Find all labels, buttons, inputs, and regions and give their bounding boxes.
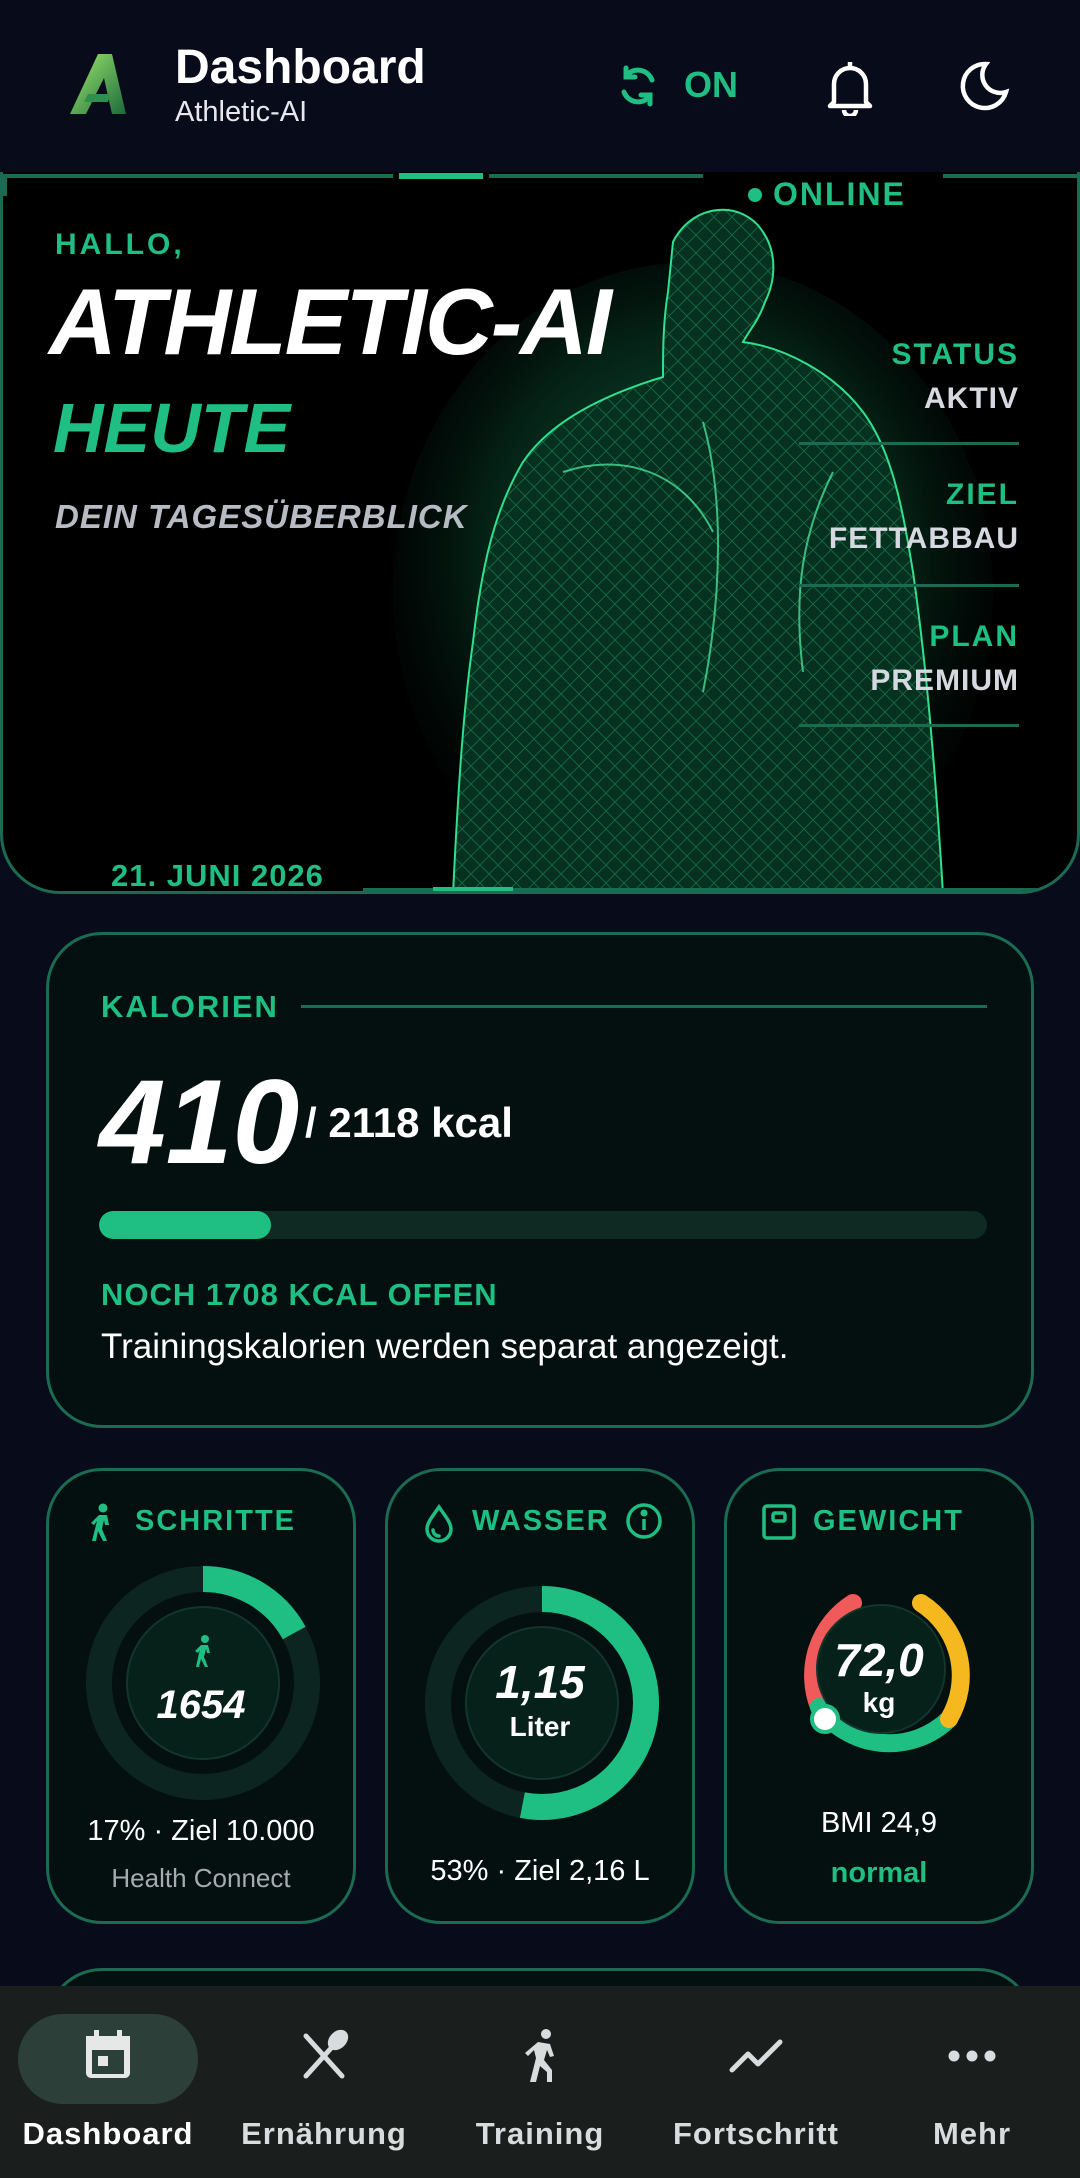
nav-label: Mehr bbox=[932, 2116, 1012, 2151]
moon-icon[interactable] bbox=[956, 58, 1012, 114]
steps-source: Health Connect bbox=[111, 1863, 291, 1893]
water-drop-icon bbox=[425, 1503, 453, 1543]
nav-label: Fortschritt bbox=[673, 2116, 839, 2151]
sync-icon[interactable] bbox=[614, 62, 662, 110]
calories-divider bbox=[301, 1005, 987, 1008]
weight-unit: kg bbox=[862, 1687, 896, 1718]
hero-today: HEUTE bbox=[53, 389, 291, 467]
steps-value: 1654 bbox=[156, 1683, 246, 1727]
nav-progress[interactable]: Fortschritt bbox=[648, 1986, 864, 2178]
weight-label: GEWICHT bbox=[813, 1505, 964, 1537]
calories-target: / 2118 kcal bbox=[305, 1099, 513, 1146]
runner-icon bbox=[525, 2029, 554, 2082]
water-label: WASSER bbox=[472, 1505, 610, 1537]
weight-card[interactable]: GEWICHT 72,0 kg BMI 24,9 normal bbox=[724, 1468, 1034, 1924]
hero-title: ATHLETIC-AI bbox=[49, 269, 612, 374]
water-card[interactable]: WASSER 1,15 Liter 53% · Ziel 2,16 L bbox=[385, 1468, 695, 1924]
calories-label: KALORIEN bbox=[101, 989, 279, 1024]
app-subtitle: Athletic-AI bbox=[175, 96, 308, 128]
info-icon[interactable] bbox=[624, 1501, 664, 1541]
hero-greeting: HALLO, bbox=[55, 228, 185, 261]
calories-value: 410 bbox=[99, 1055, 300, 1189]
steps-card[interactable]: SCHRITTE 1654 17% · Ziel 10.000 Health C… bbox=[46, 1468, 356, 1924]
water-value: 1,15 bbox=[495, 1656, 585, 1708]
stat-plan-value: PREMIUM bbox=[870, 664, 1019, 697]
stat-divider bbox=[799, 724, 1019, 727]
bell-icon[interactable] bbox=[822, 58, 878, 116]
online-label: ONLINE bbox=[773, 176, 906, 212]
weight-value: 72,0 bbox=[834, 1634, 924, 1686]
calendar-icon bbox=[86, 2030, 130, 2078]
page-title: Dashboard bbox=[175, 41, 426, 94]
stat-plan-label: PLAN bbox=[929, 620, 1019, 653]
stat-status-label: STATUS bbox=[891, 338, 1019, 371]
calories-progress-fill bbox=[99, 1211, 272, 1239]
more-dots-icon bbox=[948, 2050, 996, 2062]
bottom-navigation: Dashboard Ernährung Training Fortschritt… bbox=[0, 1986, 1080, 2178]
stat-goal-label: ZIEL bbox=[946, 478, 1019, 511]
calories-progress-bar bbox=[99, 1211, 987, 1239]
app-header: Dashboard Athletic-AI ON bbox=[0, 0, 1080, 172]
nav-dashboard[interactable]: Dashboard bbox=[0, 1986, 216, 2178]
nav-label: Dashboard bbox=[22, 2116, 194, 2151]
nav-label: Training bbox=[475, 2116, 605, 2151]
stat-status-value: AKTIV bbox=[924, 382, 1019, 415]
hero-banner: ONLINE HALLO, ATHLETIC-AI HEUTE DEIN TAG… bbox=[0, 172, 1080, 894]
nav-nutrition[interactable]: Ernährung bbox=[216, 1986, 432, 2178]
online-badge: ONLINE bbox=[743, 176, 906, 213]
steps-label: SCHRITTE bbox=[135, 1505, 296, 1537]
stat-goal-value: FETTABBAU bbox=[828, 522, 1019, 555]
hero-subtitle: DEIN TAGESÜBERBLICK bbox=[55, 498, 468, 535]
bmi-class: normal bbox=[830, 1857, 928, 1889]
sync-status[interactable]: ON bbox=[684, 64, 738, 106]
logo-icon bbox=[70, 54, 126, 114]
water-goal: 53% · Ziel 2,16 L bbox=[430, 1855, 650, 1887]
nav-training[interactable]: Training bbox=[432, 1986, 648, 2178]
bmi-value: BMI 24,9 bbox=[820, 1807, 938, 1839]
water-unit: Liter bbox=[509, 1711, 571, 1742]
fork-knife-icon bbox=[303, 2029, 349, 2079]
nav-more[interactable]: Mehr bbox=[864, 1986, 1080, 2178]
calories-remaining: NOCH 1708 KCAL OFFEN bbox=[101, 1277, 498, 1312]
hero-date: 21. JUNI 2026 bbox=[111, 858, 324, 893]
calories-card[interactable]: KALORIEN 410 / 2118 kcal NOCH 1708 KCAL … bbox=[46, 932, 1034, 1428]
hero-frame-top bbox=[3, 173, 1077, 196]
nav-label: Ernährung bbox=[241, 2116, 407, 2151]
stat-divider bbox=[799, 442, 1019, 445]
scale-icon bbox=[762, 1504, 796, 1540]
steps-goal: 17% · Ziel 10.000 bbox=[87, 1815, 315, 1847]
walk-icon bbox=[91, 1503, 109, 1541]
stat-divider bbox=[799, 584, 1019, 587]
trend-chart-icon bbox=[729, 2039, 783, 2073]
calories-note: Trainingskalorien werden separat angezei… bbox=[101, 1327, 789, 1366]
